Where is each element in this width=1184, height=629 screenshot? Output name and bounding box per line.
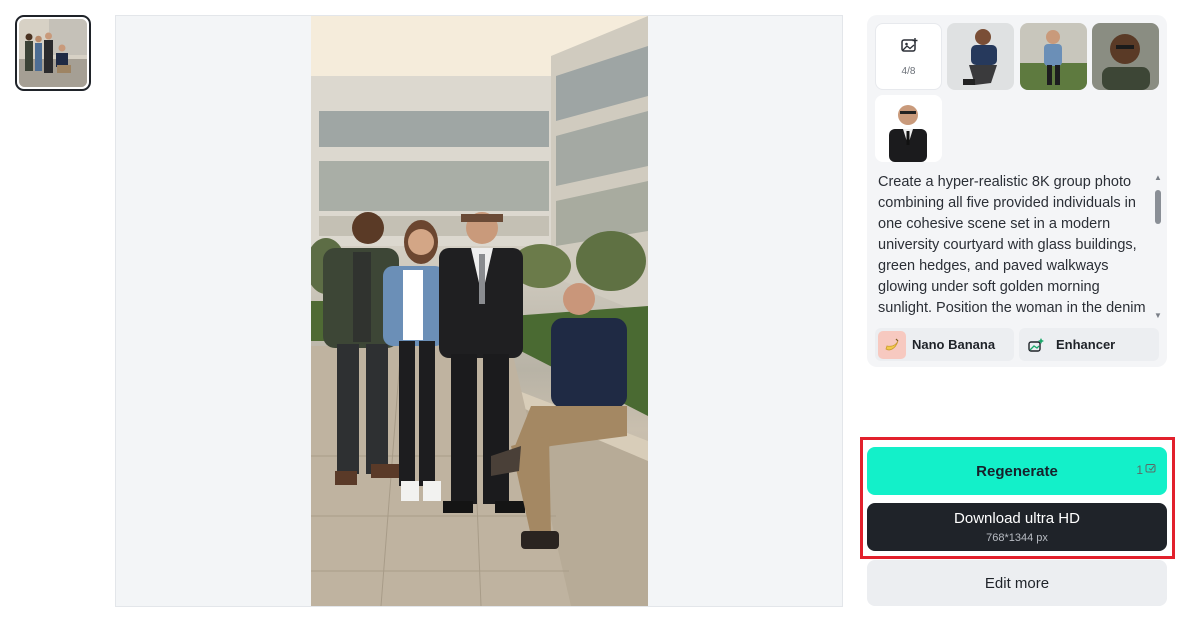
reference-image-4[interactable] [875,95,942,162]
credit-cost-value: 1 [1136,462,1143,477]
history-thumbnail-image [19,19,87,87]
prompt-panel: 4/8 Create a hyper-realistic 8K group ph… [867,15,1167,367]
edit-more-label: Edit more [984,574,1050,592]
regenerate-label: Regenerate [976,462,1058,480]
regenerate-button[interactable]: Regenerate 1 [867,447,1167,495]
prompt-text[interactable]: Create a hyper-realistic 8K group photo … [878,172,1146,322]
download-label: Download ultra HD [954,510,1080,527]
edit-more-button[interactable]: Edit more [867,560,1167,606]
download-size: 768*1344 px [986,532,1048,544]
prompt-scrollbar[interactable]: ▲ ▼ [1153,172,1163,322]
reference-count: 4/8 [901,65,916,77]
enhancer-chip[interactable]: Enhancer [1019,328,1159,361]
image-add-icon [900,37,918,60]
enhancer-icon [1022,331,1050,359]
model-selector-chip[interactable]: Nano Banana [875,328,1014,361]
scroll-up-arrow-icon[interactable]: ▲ [1154,174,1162,182]
image-canvas [115,15,843,607]
enhancer-label: Enhancer [1056,337,1116,352]
reference-image-1[interactable] [947,23,1014,90]
download-ultra-hd-button[interactable]: Download ultra HD 768*1344 px [867,503,1167,551]
history-thumbnail-selected[interactable] [15,15,91,91]
scroll-thumb[interactable] [1155,190,1161,224]
banana-icon [878,330,906,359]
credit-cost: 1 [1136,462,1157,477]
reference-image-2[interactable] [1020,23,1087,90]
model-label: Nano Banana [912,337,996,352]
scroll-down-arrow-icon[interactable]: ▼ [1154,312,1162,320]
reference-image-3[interactable] [1092,23,1159,90]
generated-image[interactable] [311,16,648,606]
add-reference-button[interactable]: 4/8 [875,23,942,90]
credit-icon [1145,462,1157,477]
